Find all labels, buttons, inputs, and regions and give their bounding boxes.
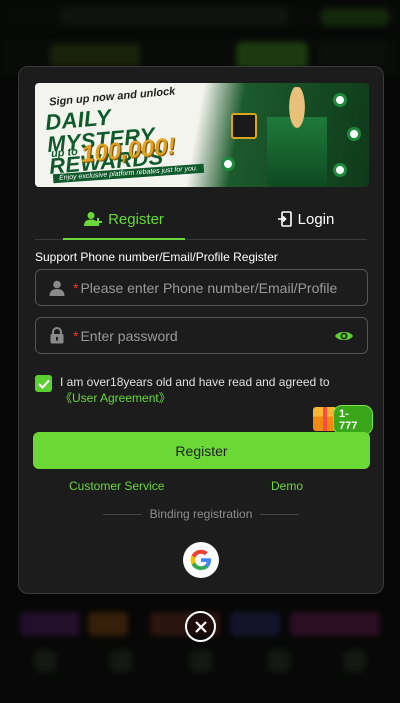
bonus-badge[interactable]: 1-777	[313, 405, 373, 435]
google-icon	[190, 549, 211, 570]
demo-link[interactable]: Demo	[271, 479, 303, 493]
add-user-icon	[84, 212, 103, 226]
tab-login[interactable]: Login	[245, 199, 367, 239]
user-icon	[47, 280, 67, 296]
tab-register-label: Register	[108, 210, 164, 228]
support-label: Support Phone number/Email/Profile Regis…	[35, 250, 278, 264]
tab-login-label: Login	[297, 210, 335, 228]
tab-active-indicator	[63, 238, 185, 240]
chip-icon	[221, 157, 235, 171]
chip-icon	[347, 127, 361, 141]
register-modal: Sign up now and unlock DAILY MYSTERY REW…	[18, 66, 384, 594]
agreement-label: I am over18years old and have read and a…	[60, 375, 330, 389]
chip-icon	[333, 163, 347, 177]
divider-line	[260, 513, 300, 515]
tab-register[interactable]: Register	[63, 199, 185, 239]
agreement-text: I am over18years old and have read and a…	[60, 374, 365, 406]
password-field[interactable]: *	[35, 317, 368, 354]
gift-ribbon	[323, 407, 327, 431]
lock-icon	[47, 327, 67, 344]
account-field[interactable]: *	[35, 269, 368, 306]
binding-divider: Binding registration	[103, 507, 300, 521]
password-input[interactable]	[78, 318, 331, 353]
login-icon	[277, 211, 292, 227]
agreement-checkbox[interactable]	[35, 375, 52, 392]
close-icon	[194, 620, 207, 633]
user-agreement-link[interactable]: 《User Agreement》	[60, 391, 171, 405]
divider-line	[103, 513, 142, 515]
agreement-row: I am over18years old and have read and a…	[35, 374, 365, 406]
google-login-button[interactable]	[183, 542, 219, 578]
customer-service-link[interactable]: Customer Service	[69, 479, 164, 493]
account-input[interactable]	[78, 270, 367, 305]
banner-upto: up to	[50, 145, 79, 161]
register-button[interactable]: Register	[33, 432, 370, 469]
bonus-amount: 1-777	[333, 405, 373, 435]
binding-label: Binding registration	[149, 507, 253, 521]
check-icon	[37, 379, 50, 389]
chip-icon	[333, 93, 347, 107]
close-button[interactable]	[185, 611, 216, 642]
eye-icon[interactable]	[331, 329, 357, 343]
promo-banner[interactable]: Sign up now and unlock DAILY MYSTERY REW…	[35, 83, 369, 187]
banner-model-image	[267, 87, 327, 187]
gift-box-icon	[231, 113, 257, 139]
